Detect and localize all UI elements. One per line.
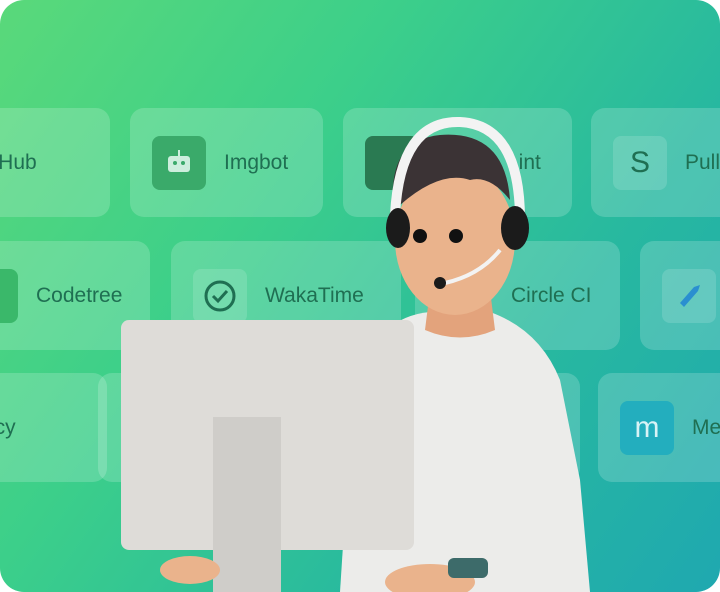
headset-ear-right — [501, 206, 529, 250]
eye-left — [413, 229, 427, 243]
monitor-stand — [213, 417, 281, 592]
mic-tip — [434, 277, 446, 289]
headset-ear-left — [386, 208, 410, 248]
hand-left — [160, 556, 220, 584]
eye-right — [449, 229, 463, 243]
support-agent-figure — [121, 116, 590, 592]
hero-illustration: ZenHub Imgbot Lint S Pull Codetree WakaT… — [0, 0, 720, 592]
smartwatch — [448, 558, 488, 578]
